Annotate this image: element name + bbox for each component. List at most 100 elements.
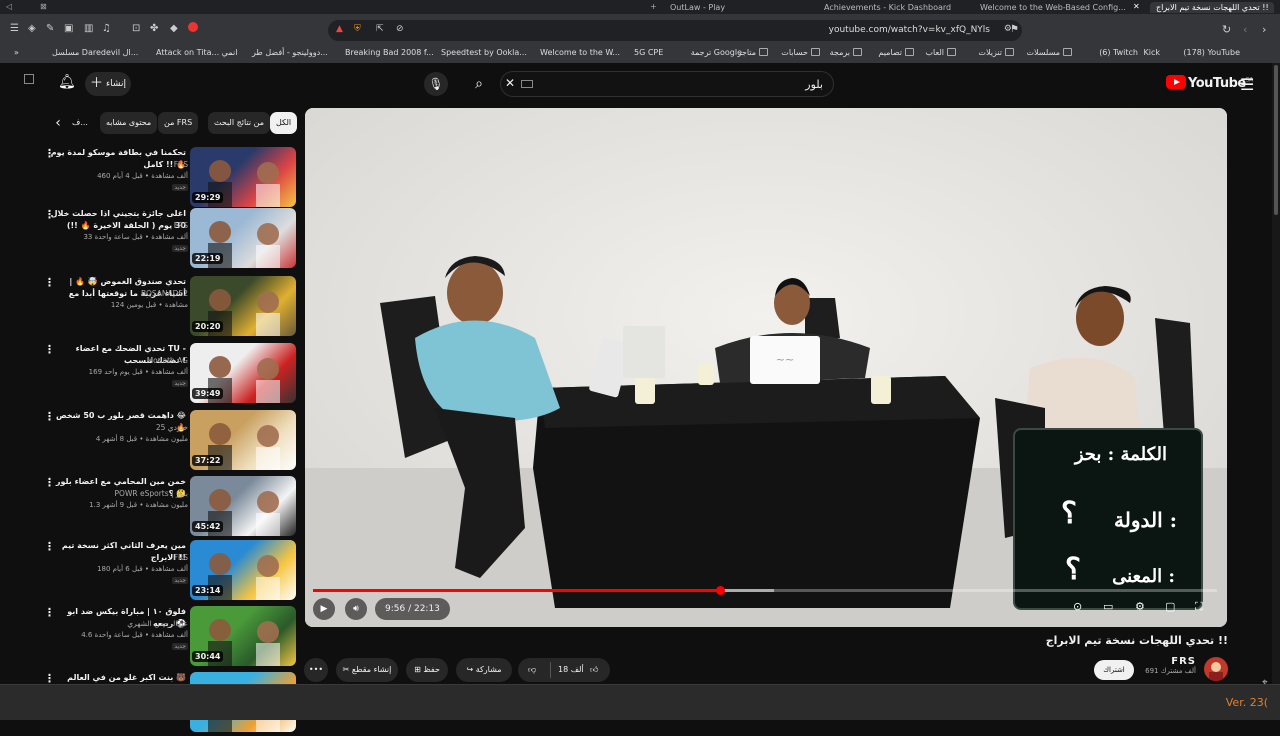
recommendation-channel[interactable]: FRS (174, 221, 188, 230)
channel-avatar[interactable] (1204, 657, 1228, 681)
recommendation-item[interactable]: ⋮ فلوق ١٠ | مباراة بيكس ضد ابو ربيعه ⚽ عبد… (40, 606, 296, 670)
bookmarks-overflow-icon[interactable]: » (14, 48, 19, 57)
recommendation-item[interactable]: ⋮ تحدي الضحك مع اعضاء TU - تصحك تنسحب ! Mo… (40, 343, 296, 407)
clip-button[interactable]: ✂ إنشاء مقطع (336, 658, 398, 682)
bookmark-item[interactable]: مسلسلات (1026, 48, 1072, 57)
tab-close-icon[interactable]: ✕ (1133, 2, 1140, 11)
bookmark-item[interactable]: مسلسل Daredevil ال... (52, 48, 138, 57)
pin-icon[interactable]: ✎ (46, 23, 54, 34)
tabs-icon[interactable]: ▣ (64, 23, 73, 34)
fullscreen-icon[interactable]: ⛶ (1195, 600, 1203, 614)
bookmark-item[interactable]: حسابات (781, 48, 820, 57)
chip-search-results[interactable]: من نتائج البحث (208, 112, 271, 134)
back-arrow-icon[interactable]: ◁ (6, 2, 12, 11)
extension-blocker-icon[interactable]: ⊘ (396, 24, 404, 34)
tab-youtube-active[interactable]: تحدي اللهجات نسخة تيم الابراج !! (1150, 2, 1274, 13)
menu-icon[interactable]: ☰ (10, 23, 19, 34)
shield-icon[interactable]: ◈ (28, 23, 36, 34)
bookmark-item[interactable]: 5G CPE (634, 48, 663, 57)
recommendation-channel[interactable]: Mouath AG (147, 356, 188, 365)
bookmark-item[interactable]: العاب (926, 48, 956, 57)
reload-icon[interactable]: ↻ (1222, 23, 1231, 36)
bookmark-item[interactable]: برمجة (830, 48, 862, 57)
recommendation-channel[interactable]: FRS (174, 553, 188, 562)
close-icon[interactable]: ⊠ (40, 2, 47, 11)
brave-shield-icon[interactable]: ⛨ (354, 24, 361, 34)
recommendation-channel[interactable]: عبدالرحمن الشهري (127, 619, 188, 628)
chevron-left-icon[interactable]: ‹ (48, 112, 68, 134)
sidebar-icon[interactable]: ▥ (84, 23, 93, 34)
share-page-icon[interactable]: ⇱ (376, 24, 384, 34)
bookmark-item[interactable]: (6) Twitch (1099, 48, 1138, 57)
recommendation-channel[interactable]: 25 خلودي (156, 423, 188, 432)
bookmark-item[interactable]: (178) YouTube (1183, 48, 1240, 57)
dislike-icon[interactable]: 👎︎ (528, 658, 536, 682)
bookmark-item[interactable]: Speedtest by Ookla... (441, 48, 527, 57)
channel-name[interactable]: FRS (1140, 656, 1196, 667)
recommendation-title[interactable]: مين يعرف الثاني اكثر نسخة تيم الابراج !! (50, 540, 186, 564)
recommendation-item[interactable]: ⋮ خمن مين المحامي مع اعضاء بلور ؟ 🤔 POWR e… (40, 476, 296, 540)
settings-gear-icon[interactable]: ⚙ (1135, 600, 1145, 613)
screenshot-icon[interactable]: ⊡ (132, 23, 140, 34)
save-button[interactable]: ⊞ حفظ (406, 658, 448, 682)
music-icon[interactable]: ♫ (102, 23, 111, 34)
back-icon[interactable]: ‹ (1243, 23, 1247, 36)
like-count[interactable]: 18 ألف (558, 658, 584, 682)
recommendation-title[interactable]: تحكمنا في بطاقة موسكو لمدة يوم كامل !! 🔥 (50, 147, 186, 171)
notifications-bell-icon[interactable]: 🔔︎ (58, 74, 76, 90)
record-icon[interactable] (188, 22, 198, 32)
chip-overflow[interactable]: ف... (72, 112, 88, 134)
recommendation-channel[interactable]: FRS (174, 160, 188, 169)
brave-rewards-icon[interactable]: ▲ (336, 24, 343, 34)
video-player[interactable]: ~~ الكلمة : بحز الدولة : ؟ المعنى : ؟ ▶ … (305, 108, 1227, 627)
chip-from-frs[interactable]: من FRS (158, 112, 199, 134)
bookmark-item[interactable]: تصاميم (878, 48, 914, 57)
new-tab-icon[interactable]: + (650, 2, 657, 11)
more-actions-button[interactable]: ••• (304, 658, 328, 682)
search-button[interactable]: ⌕ (462, 71, 496, 97)
bookmark-item[interactable]: Welcome to the W... (540, 48, 620, 57)
recommendation-title[interactable]: اغلى جائزة بتجيني اذا حصلت خلال 30 يوم (… (50, 208, 186, 232)
bookmark-item[interactable]: متاجر (738, 48, 768, 57)
bookmark-item[interactable]: Breaking Bad 2008 f... (345, 48, 434, 57)
progress-bar[interactable] (313, 586, 1217, 595)
hamburger-menu-icon[interactable]: ☰ (1240, 75, 1254, 94)
like-icon[interactable]: 👍︎ (590, 658, 598, 682)
sidebar-extension-icon[interactable] (24, 74, 34, 84)
clear-search-icon[interactable]: ✕ (505, 76, 515, 90)
recommendation-channel[interactable]: POWR eSports | بلور (115, 489, 188, 498)
page-scrollbar[interactable] (1272, 63, 1280, 684)
autoplay-toggle-icon[interactable]: ⊙ (1073, 600, 1082, 613)
tab-outlaw[interactable]: OutLaw - Play (670, 2, 725, 13)
chip-all[interactable]: الكل (270, 112, 298, 134)
recommendation-title[interactable]: بنت اكبر غلو من في العالم 🐻 (50, 672, 186, 684)
chip-similar[interactable]: محتوى مشابه (100, 112, 158, 134)
recommendation-item[interactable]: ⋮ داهمت قصر بلور ب 50 شخص 😂 🔥 25 خلودي 4 مل… (40, 410, 296, 474)
forward-icon[interactable]: › (1262, 23, 1266, 36)
cube-icon[interactable]: ◆ (170, 23, 178, 34)
recommendation-channel[interactable]: BOSANAD52 (141, 289, 188, 298)
create-button[interactable]: ＋ إنشاء (85, 72, 131, 96)
subtitles-icon[interactable]: ▭ (1103, 600, 1113, 613)
bookmark-icon[interactable]: ⚑ (1010, 24, 1019, 35)
recommendation-item[interactable]: ⋮ تحدي صندوق الغموض 🤯 🔥 | أشياء غريبة ما … (40, 276, 296, 340)
recommendation-item[interactable]: ⋮ اغلى جائزة بتجيني اذا حصلت خلال 30 يوم … (40, 208, 296, 272)
bookmark-item[interactable]: دوولينجو - أفضل طر... (252, 48, 328, 57)
progress-scrubber[interactable] (715, 586, 725, 595)
share-button[interactable]: ↪ مشاركة (456, 658, 512, 682)
theater-mode-icon[interactable]: ▢ (1165, 600, 1175, 613)
extension-icon[interactable]: ✤ (150, 23, 158, 34)
bookmark-item[interactable]: Attack on Tita... انمي (156, 48, 237, 57)
address-bar[interactable]: ▲ ⛨ ⇱ ⊘ youtube.com/watch?v=kv_xfQ_NYls … (328, 20, 1022, 41)
tab-web-config[interactable]: Welcome to the Web-Based Config... (980, 2, 1126, 13)
bookmark-item[interactable]: ترجمة Google (691, 48, 742, 57)
search-input[interactable]: ✕ بلور (500, 71, 834, 97)
bookmark-item[interactable]: تنزيلات (978, 48, 1014, 57)
recommendation-item[interactable]: ⋮ تحكمنا في بطاقة موسكو لمدة يوم كامل !! … (40, 147, 296, 211)
play-button[interactable]: ▶ (313, 598, 335, 620)
scrollbar-thumb[interactable] (1274, 65, 1278, 215)
channel-info[interactable]: FRS 691 ألف مشترك (1140, 656, 1196, 675)
volume-button[interactable]: 🔊︎ (345, 598, 367, 620)
recommendation-item[interactable]: ⋮ مين يعرف الثاني اكثر نسخة تيم الابراج !… (40, 540, 296, 604)
keyboard-icon[interactable] (521, 80, 533, 88)
